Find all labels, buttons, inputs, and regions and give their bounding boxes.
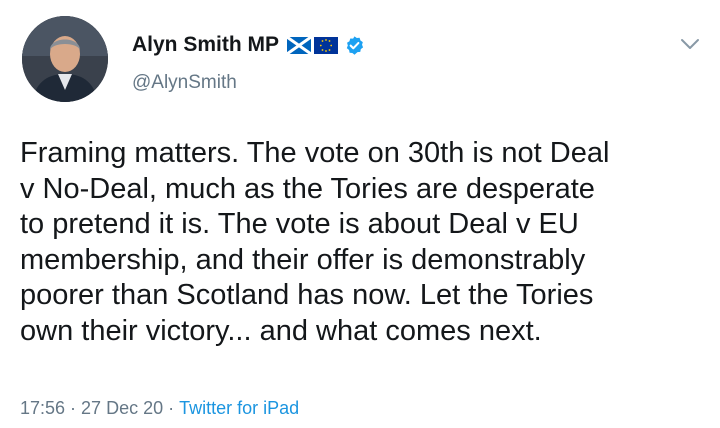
tweet-header: Alyn Smith MP @AlynSmith bbox=[132, 30, 365, 94]
scotland-flag-icon bbox=[287, 36, 312, 54]
tweet-text-line: own their victory... and what comes next… bbox=[20, 314, 542, 347]
name-row: Alyn Smith MP bbox=[132, 30, 365, 60]
tweet-text-line: to pretend it is. The vote is about Deal… bbox=[20, 208, 579, 240]
tweet-text-line: Framing matters. The vote on 30th is not… bbox=[20, 137, 610, 169]
avatar[interactable] bbox=[22, 16, 108, 102]
tweet-date[interactable]: 27 Dec 20 bbox=[81, 398, 163, 418]
verified-badge-icon bbox=[346, 35, 364, 55]
tweet-text-line: v No-Deal, much as the Tories are desper… bbox=[20, 172, 595, 205]
flag-emojis bbox=[287, 36, 339, 54]
tweet-time[interactable]: 17:56 bbox=[20, 398, 65, 418]
tweet-text-line: membership, and their offer is demonstra… bbox=[20, 243, 586, 276]
tweet-source-link[interactable]: Twitter for iPad bbox=[179, 398, 299, 418]
more-options-button[interactable] bbox=[677, 31, 703, 57]
chevron-down-icon bbox=[681, 39, 699, 49]
tweet-meta: 17:56 · 27 Dec 20 · Twitter for iPad bbox=[20, 398, 299, 419]
meta-separator: · bbox=[70, 398, 77, 418]
tweet-text-line: poorer than Scotland has now. Let the To… bbox=[20, 279, 594, 311]
display-name[interactable]: Alyn Smith MP bbox=[132, 33, 279, 57]
tweet-text: Framing matters. The vote on 30th is not… bbox=[20, 136, 710, 349]
user-handle[interactable]: @AlynSmith bbox=[132, 72, 365, 94]
tweet-card: Alyn Smith MP @AlynSmith Framing matters… bbox=[0, 0, 720, 428]
eu-flag-icon bbox=[314, 36, 339, 54]
meta-separator: · bbox=[168, 398, 175, 418]
